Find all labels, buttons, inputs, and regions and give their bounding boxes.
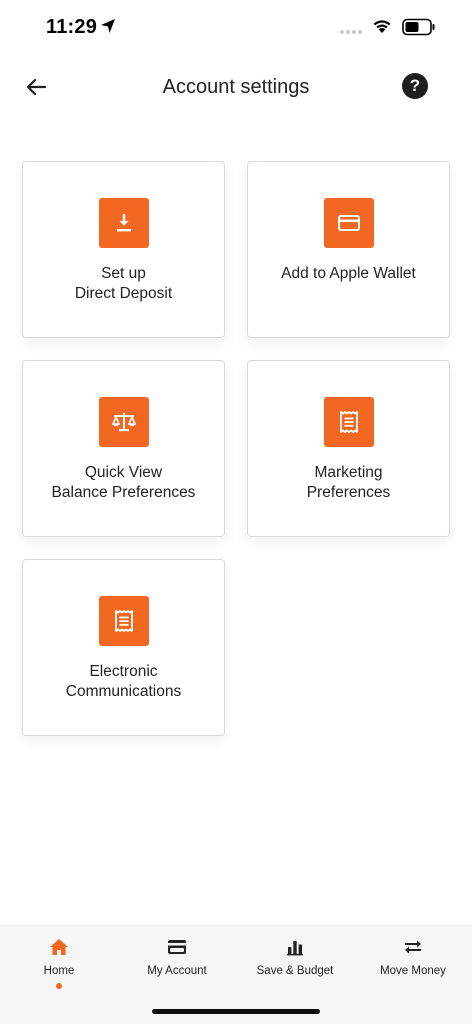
card-icon <box>166 936 188 958</box>
nav-item-save-budget[interactable]: Save & Budget <box>236 926 354 1006</box>
help-button[interactable]: ? <box>402 73 428 99</box>
active-indicator <box>56 983 62 989</box>
nav-item-my-account[interactable]: My Account <box>118 926 236 1006</box>
tile-apple-wallet[interactable]: Add to Apple Wallet <box>247 161 450 338</box>
nav-label: Save & Budget <box>256 965 334 977</box>
tile-label: Marketing Preferences <box>306 464 391 501</box>
cellular-signal-icon <box>340 30 362 34</box>
tile-quick-view-balance[interactable]: Quick View Balance Preferences <box>22 360 225 537</box>
bar-chart-icon <box>284 936 306 958</box>
tile-label: Add to Apple Wallet <box>281 265 416 282</box>
location-arrow-icon <box>101 19 115 33</box>
header: Account settings ? <box>0 60 472 116</box>
tile-label: Quick View Balance Preferences <box>51 464 196 501</box>
battery-icon <box>402 18 435 36</box>
nav-label: Home <box>43 965 75 977</box>
home-indicator <box>152 1009 320 1014</box>
tile-electronic-communications[interactable]: Electronic Communications <box>22 559 225 736</box>
nav-label: My Account <box>147 965 207 977</box>
home-icon <box>48 936 70 958</box>
settings-grid: Set up Direct Deposit Add to Apple Walle… <box>22 161 450 736</box>
tile-label: Electronic Communications <box>65 663 182 700</box>
document-icon <box>323 397 374 447</box>
tile-direct-deposit[interactable]: Set up Direct Deposit <box>22 161 225 338</box>
status-bar: 11:29 <box>0 0 472 56</box>
card-icon <box>323 198 374 248</box>
wifi-icon <box>373 20 391 33</box>
help-icon: ? <box>409 76 421 95</box>
tile-marketing-preferences[interactable]: Marketing Preferences <box>247 360 450 537</box>
document-icon <box>98 596 149 646</box>
download-icon <box>98 198 149 248</box>
nav-label: Move Money <box>380 965 446 977</box>
nav-item-home[interactable]: Home <box>0 926 118 1006</box>
nav-item-move-money[interactable]: Move Money <box>354 926 472 1006</box>
transfer-icon <box>402 936 424 958</box>
tile-label: Set up Direct Deposit <box>74 265 173 302</box>
scale-icon <box>98 397 149 447</box>
status-time: 11:29 <box>46 16 98 38</box>
